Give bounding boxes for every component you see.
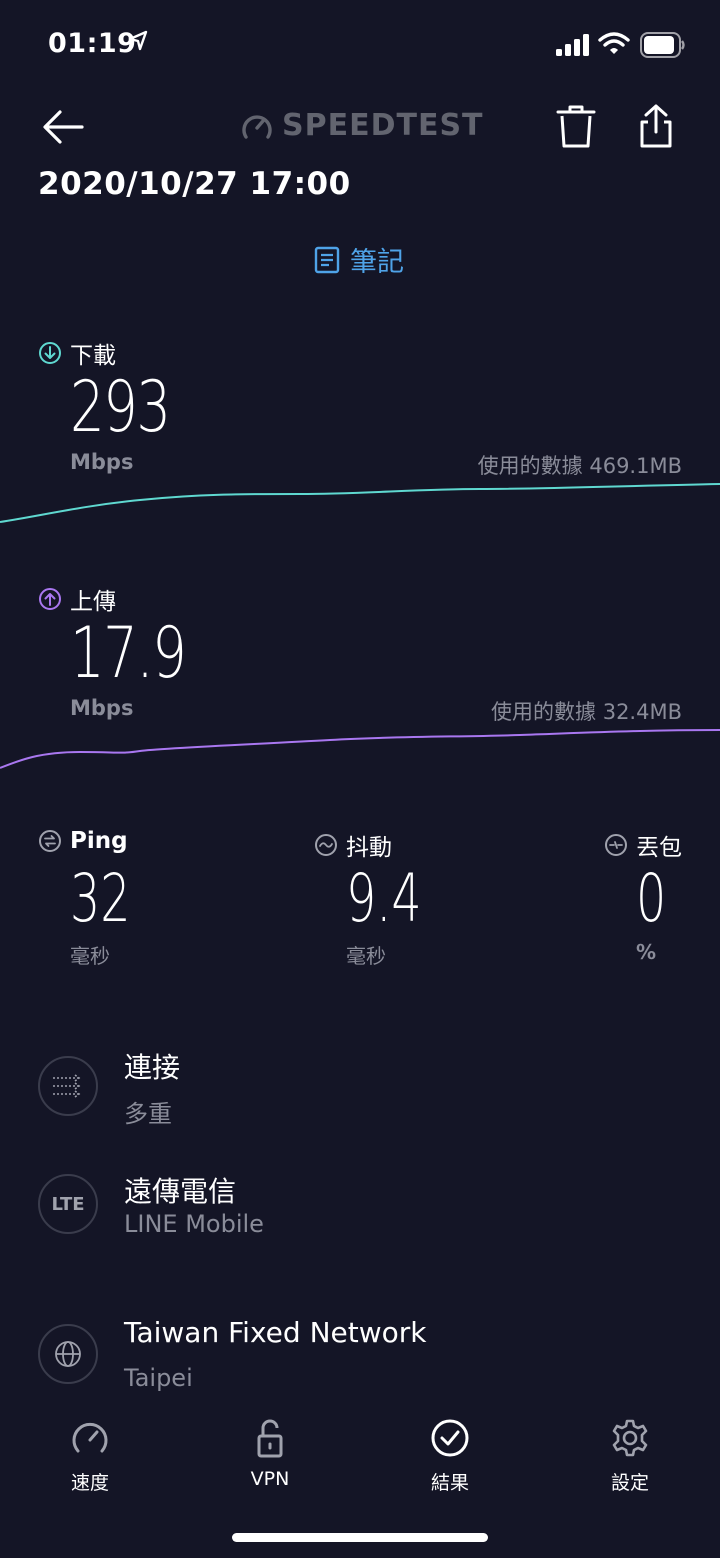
notes-label: 筆記: [350, 247, 404, 278]
carrier-name: 遠傳電信: [124, 1175, 237, 1208]
tab-settings-label: 設定: [610, 1472, 649, 1494]
ping-label: Ping: [38, 828, 128, 854]
back-arrow-icon[interactable]: [38, 102, 88, 152]
jitter-label-text: 抖動: [346, 835, 392, 861]
packet-loss-label-text: 丟包: [636, 835, 682, 861]
tab-vpn-label: VPN: [250, 1468, 290, 1490]
packet-loss-unit: %: [636, 940, 657, 964]
globe-icon: [38, 1324, 98, 1384]
test-datetime: 2020/10/27 17:00: [38, 166, 351, 202]
trash-icon[interactable]: [554, 102, 598, 152]
upload-speed-graph: [0, 729, 720, 769]
connections-icon: [38, 1056, 98, 1116]
logo-text: SPEEDTEST: [282, 108, 484, 143]
wifi-icon: [598, 32, 630, 54]
speedometer-icon: [72, 1422, 108, 1453]
download-unit: Mbps: [70, 450, 134, 474]
tab-results[interactable]: 結果: [390, 1418, 510, 1495]
speedometer-icon: [242, 114, 272, 139]
jitter-icon: [315, 834, 337, 856]
gear-icon: [612, 1419, 648, 1457]
tab-speed-label: 速度: [70, 1472, 109, 1494]
download-value: 293: [70, 366, 171, 448]
upload-unit: Mbps: [70, 696, 134, 720]
jitter-unit: 毫秒: [346, 944, 386, 968]
upload-value: 17.9: [70, 612, 187, 694]
jitter-value: 9.4: [346, 860, 422, 937]
download-icon: [39, 342, 61, 364]
battery-icon: [640, 32, 685, 58]
cellular-signal-icon: [556, 34, 589, 56]
tab-vpn[interactable]: VPN: [210, 1418, 330, 1490]
download-label: 下載: [38, 336, 116, 370]
location-arrow-icon: [128, 30, 148, 51]
check-circle-icon: [431, 1419, 469, 1457]
notes-button[interactable]: 筆記: [314, 240, 404, 279]
speedtest-logo: SPEEDTEST: [240, 108, 484, 143]
upload-label: 上傳: [38, 582, 116, 616]
packet-loss-label: 丟包: [604, 828, 682, 862]
notes-icon: [314, 246, 340, 273]
upload-icon: [39, 588, 61, 610]
carrier-sub: LINE Mobile: [124, 1210, 264, 1238]
download-label-text: 下載: [70, 343, 116, 369]
lte-icon: LTE: [38, 1174, 98, 1234]
home-indicator[interactable]: [232, 1533, 488, 1542]
ping-label-text: Ping: [70, 828, 128, 854]
status-time: 01:19: [48, 28, 137, 59]
server-location: Taipei: [124, 1364, 193, 1392]
download-speed-graph: [0, 483, 720, 523]
ping-value: 32: [70, 860, 131, 937]
jitter-label: 抖動: [314, 828, 392, 862]
upload-label-text: 上傳: [70, 589, 116, 615]
tab-settings[interactable]: 設定: [570, 1418, 690, 1495]
unlock-icon: [257, 1419, 283, 1458]
packet-loss-icon: [605, 834, 627, 856]
server-name[interactable]: Taiwan Fixed Network: [124, 1316, 426, 1349]
tab-results-label: 結果: [430, 1472, 469, 1494]
ping-unit: 毫秒: [70, 944, 110, 968]
ping-icon: [39, 830, 61, 852]
packet-loss-value: 0: [636, 860, 667, 937]
share-icon[interactable]: [634, 102, 678, 152]
connection-title: 連接: [124, 1051, 181, 1084]
tab-speed[interactable]: 速度: [30, 1418, 150, 1495]
connection-type: 多重: [124, 1100, 172, 1128]
